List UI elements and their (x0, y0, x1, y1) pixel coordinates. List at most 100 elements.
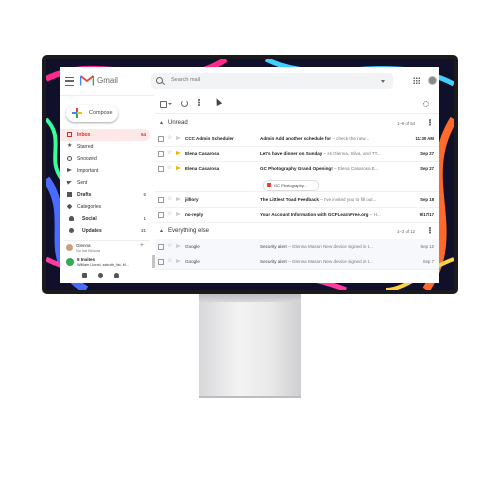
star-icon[interactable]: ☆ (167, 242, 172, 249)
hangouts-invites[interactable]: 5 Invites William Lionel, zakrdh_lisi, M… (64, 255, 140, 269)
email-row[interactable]: ☆ jilllory The Littlest Toad Feedback – … (155, 192, 439, 208)
sidebar-item-snoozed[interactable]: Snoozed (60, 153, 150, 165)
sidebar-item-starred[interactable]: ★ Starred (60, 141, 150, 153)
sidebar-item-label: Important (77, 168, 99, 174)
refresh-icon[interactable] (181, 100, 188, 107)
sidebar-item-important[interactable]: Important (60, 165, 150, 177)
chevron-up-icon[interactable]: ▲ (159, 120, 164, 126)
search-input[interactable]: Search mail (171, 77, 200, 83)
phone-icon[interactable] (114, 273, 119, 278)
gear-icon[interactable] (423, 101, 429, 107)
email-row[interactable]: ☆ Elena Casarosa Let's have dinner on Su… (155, 146, 439, 162)
email-date: Sep 27 (420, 151, 434, 156)
add-contact-icon[interactable]: + (140, 242, 144, 249)
email-date: Sep 12 (420, 244, 434, 249)
more-options-icon[interactable] (198, 99, 200, 101)
email-content: Security alert – Glenna Mason New device… (260, 259, 406, 264)
compose-button[interactable]: Compose (66, 105, 118, 122)
star-icon[interactable]: ☆ (167, 149, 172, 156)
avatar (66, 244, 73, 251)
email-sender: no-reply (185, 212, 204, 217)
sidebar-item-categories[interactable]: Categories (60, 201, 150, 213)
sidebar-item-label: Snoozed (77, 156, 97, 162)
apps-grid-icon[interactable] (413, 77, 420, 84)
social-count: 1 (143, 216, 146, 221)
row-checkbox[interactable] (158, 166, 164, 172)
email-row[interactable]: ☆ CCC Admin Scheduler Admin Add another … (155, 131, 439, 147)
star-icon[interactable]: ☆ (167, 210, 172, 217)
sidebar-item-drafts[interactable]: Drafts 5 (60, 189, 150, 201)
important-marker-icon[interactable] (176, 151, 181, 155)
email-subject: Your Account Information with GCFLearnFr… (260, 212, 369, 217)
hangouts-footer (80, 272, 140, 280)
section-unread[interactable]: ▲ Unread 1–9 of 54 (155, 116, 439, 130)
section-everything-else[interactable]: ▲ Everything else 1–2 of 12 (155, 224, 439, 238)
email-subject: Admin Add another schedule for (260, 136, 332, 141)
email-snippet: – H... (368, 212, 381, 217)
email-date: 11:30 AM (415, 136, 434, 141)
sidebar-item-label: Updates (82, 228, 102, 234)
search-options-icon[interactable] (381, 80, 385, 83)
important-marker-icon[interactable] (176, 166, 181, 170)
row-checkbox[interactable] (158, 212, 164, 218)
hangouts-user-name: Glenna (76, 243, 91, 248)
hamburger-menu-icon[interactable] (65, 77, 74, 86)
email-row[interactable]: ☆ Google Security alert – Glenna Mason N… (155, 254, 439, 270)
search-bar[interactable]: Search mail (151, 73, 393, 89)
select-all-checkbox[interactable] (160, 101, 167, 108)
email-subject: Let's have dinner on Sunday (260, 151, 323, 156)
row-checkbox[interactable] (158, 136, 164, 142)
star-icon[interactable]: ☆ (167, 134, 172, 141)
important-marker-icon[interactable] (176, 212, 181, 216)
email-sender: CCC Admin Scheduler (185, 136, 234, 141)
sidebar-item-label: Drafts (77, 192, 92, 198)
mail-toolbar (155, 95, 439, 114)
important-marker-icon[interactable] (176, 259, 181, 263)
email-snippet: – Glenna Mason New device signed in t... (286, 244, 373, 249)
star-icon[interactable]: ☆ (167, 195, 172, 202)
sidebar-item-social[interactable]: Social 1 (60, 213, 150, 225)
gmail-brand-text: Gmail (97, 76, 118, 85)
monitor-stand-base (199, 396, 301, 398)
row-checkbox[interactable] (158, 197, 164, 203)
select-options-icon[interactable] (168, 103, 172, 105)
row-checkbox[interactable] (158, 151, 164, 157)
monitor-screen: Gmail Search mail Compose Inbox 54 ★ Sta… (46, 59, 454, 290)
row-checkbox[interactable] (158, 259, 164, 265)
search-icon[interactable] (156, 77, 163, 84)
important-marker-icon[interactable] (176, 136, 181, 140)
person-icon[interactable] (82, 273, 87, 278)
email-row[interactable]: ☆ no-reply Your Account Information with… (155, 207, 439, 223)
sidebar-item-sent[interactable]: Sent (60, 177, 150, 189)
attachment-name: GC Photography... (274, 183, 307, 188)
important-marker-icon[interactable] (176, 244, 181, 248)
hangouts-user[interactable]: Glenna No hat Beluna + (64, 240, 150, 255)
email-subject: The Littlest Toad Feedback (260, 197, 319, 202)
email-subject: GC Photography Grand Opening! (260, 166, 333, 171)
hangouts-chat-icon[interactable] (98, 273, 103, 278)
section-title: Everything else (168, 228, 210, 234)
monitor-stand (199, 302, 301, 398)
hangouts-user-status: No hat Beluna (76, 249, 101, 253)
draft-icon (67, 192, 72, 197)
email-snippet: – Elena Casarosa E... (332, 166, 379, 171)
star-icon[interactable]: ☆ (167, 257, 172, 264)
chevron-up-icon[interactable]: ▲ (159, 228, 164, 234)
sidebar-item-label: Social (82, 216, 97, 222)
row-checkbox[interactable] (158, 244, 164, 250)
compose-label: Compose (89, 110, 113, 116)
attachment-chip[interactable]: GC Photography... (263, 180, 319, 191)
email-row[interactable]: ☆ Google Security alert – Glenna Mason N… (155, 239, 439, 255)
account-avatar[interactable] (428, 76, 437, 85)
people-icon (69, 216, 74, 221)
important-marker-icon[interactable] (176, 197, 181, 201)
section-more-icon[interactable] (429, 227, 431, 229)
sidebar-item-label: Categories (77, 204, 102, 210)
star-icon[interactable]: ☆ (167, 164, 172, 171)
gmail-logo-icon[interactable] (80, 75, 94, 86)
sidebar-item-updates[interactable]: Updates 31 (60, 225, 150, 237)
sidebar-item-inbox[interactable]: Inbox 54 (60, 129, 150, 141)
section-more-icon[interactable] (429, 119, 431, 121)
email-snippet: – Glenna Mason New device signed in t... (286, 259, 373, 264)
email-content: Your Account Information with GCFLearnFr… (260, 212, 406, 217)
